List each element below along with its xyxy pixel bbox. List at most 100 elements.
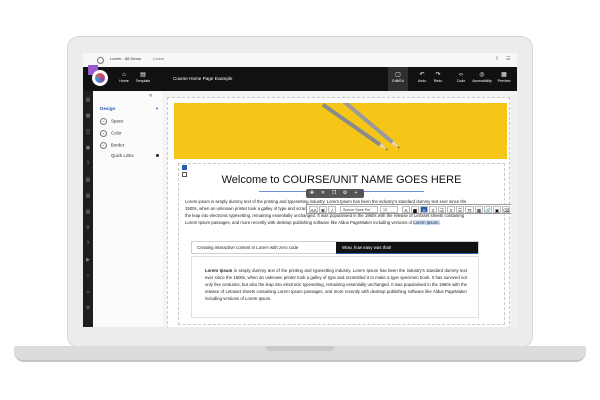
quick-links-label[interactable]: Quick Links (111, 153, 134, 158)
code-block-icon[interactable]: ‹› (85, 273, 91, 279)
font-family-select[interactable]: Source Sans Pro (340, 206, 378, 213)
calendar-icon[interactable]: ▥ (85, 193, 91, 199)
text-icon[interactable]: T (85, 161, 91, 167)
laptop-notch (265, 346, 335, 351)
tab-strip: Creating interactive content in Lorem wi… (191, 241, 479, 254)
redo-icon: ↷ (435, 72, 441, 78)
table-icon[interactable]: ▤ (85, 209, 91, 215)
home-icon: ⌂ (122, 72, 126, 78)
edit-button[interactable]: ▢ Edit/Ed (388, 67, 408, 91)
template-label: Template (135, 79, 151, 83)
property-label: Color (111, 130, 122, 136)
menu-icon[interactable]: ☰ (506, 56, 510, 62)
table-button[interactable]: ▦ (475, 206, 483, 213)
plus-icon: + (100, 118, 107, 125)
app-logo[interactable] (83, 65, 115, 91)
image-button[interactable]: ▣ (493, 206, 501, 213)
preview-icon: ▦ (501, 72, 507, 78)
home-button[interactable]: ⌂ Home (118, 71, 130, 84)
link-icon[interactable]: ⚲ (85, 225, 91, 231)
font-size-select[interactable]: 13 (380, 206, 398, 213)
page-heading[interactable]: Welcome to COURSE/UNIT NAME GOES HERE (179, 174, 504, 186)
favicon-icon (97, 57, 104, 64)
redo-button[interactable]: ↷ Redo (432, 71, 444, 84)
preview-label: Preview (497, 79, 511, 83)
list-button[interactable]: ≡ (429, 206, 437, 213)
property-space[interactable]: + Space (100, 118, 123, 125)
collapse-panel-button[interactable]: « (149, 93, 152, 99)
italic-button[interactable]: I (328, 206, 336, 213)
pencils-illustration (321, 103, 401, 151)
align-left-button[interactable]: ☰ (438, 206, 446, 213)
quick-links-dot (156, 154, 159, 157)
move-icon[interactable]: ✥ (309, 190, 315, 196)
page-title: Course Home Page Example (173, 76, 233, 81)
edit-icon: ▢ (395, 72, 401, 78)
text-color-button[interactable]: A (402, 206, 410, 213)
logo-icon (92, 70, 108, 86)
accessibility-label: Accessibility (472, 79, 492, 83)
design-heading[interactable]: Design (100, 106, 115, 111)
property-label: Space (111, 118, 124, 124)
tab-title[interactable]: Lorem - 88 Demo (110, 56, 141, 61)
editor-toolbar: ⌂ Home ▤ Template Course Home Page Examp… (83, 65, 517, 91)
property-border[interactable]: + Border (100, 142, 124, 149)
code-button[interactable]: ‹› Code (455, 71, 467, 84)
accessibility-button[interactable]: ◎ Accessibility (471, 71, 493, 84)
editor-canvas: Welcome to COURSE/UNIT NAME GOES HERE ✥ … (163, 91, 517, 327)
plus-icon: + (100, 130, 107, 137)
blocks-icon[interactable]: ▦ (85, 113, 91, 119)
layers-icon[interactable]: ◫ (85, 129, 91, 135)
highlight-button[interactable]: A (420, 206, 428, 213)
content-block[interactable]: Welcome to COURSE/UNIT NAME GOES HERE ✥ … (178, 163, 514, 325)
link-button[interactable]: 🔗 (484, 206, 492, 213)
pages-icon[interactable]: ▤ (85, 97, 91, 103)
quiz-icon[interactable]: ? (85, 241, 91, 247)
undo-label: Undo (417, 79, 427, 83)
code-label: Code (456, 79, 466, 83)
active-tab-indicator (336, 253, 478, 254)
tab-panel[interactable]: Lorem Ipsum is simply dummy text of the … (191, 256, 479, 318)
share-icon[interactable]: ⇪ (495, 56, 499, 62)
user-icon[interactable]: ☺ (85, 289, 91, 295)
template-icon: ▤ (140, 72, 146, 78)
icon-rail: ▤ ▦ ◫ ▣ T ▧ ▥ ▤ ⚲ ? ▶ ‹› ☺ ⚙ (83, 91, 93, 327)
text-size-button[interactable]: AA (309, 206, 318, 213)
property-color[interactable]: + Color (100, 130, 122, 137)
preview-button[interactable]: ▦ Preview (496, 71, 512, 84)
media-icon[interactable]: ▣ (85, 145, 91, 151)
template-button[interactable]: ▤ Template (134, 71, 152, 84)
tab-creating-content[interactable]: Creating interactive content in Lorem wi… (192, 242, 336, 253)
section-handle-icon[interactable] (182, 165, 187, 170)
vertical-scrollbar[interactable] (511, 91, 516, 327)
undo-button[interactable]: ↶ Undo (416, 71, 428, 84)
browser-bar: Lorem - 88 Demo Lorem ⇪ ☰ (83, 53, 517, 68)
block-toolbar: ✥ ✕ ❐ ⚙ + (306, 189, 364, 198)
hero-image (174, 103, 507, 159)
background-color-button[interactable]: ▆ (411, 206, 419, 213)
edit-label: Edit/Ed (392, 79, 404, 83)
copy-icon[interactable]: ❐ (331, 190, 337, 196)
tab-panel-body: is simply dummy text of the printing and… (205, 268, 467, 301)
code-icon: ‹› (459, 72, 463, 78)
settings-icon[interactable]: ⚙ (342, 190, 348, 196)
image-icon[interactable]: ▧ (85, 177, 91, 183)
undo-icon: ↶ (419, 72, 425, 78)
video-icon[interactable]: ▶ (85, 257, 91, 263)
settings-icon[interactable]: ⚙ (85, 305, 91, 311)
text-format-toolbar: AA B I Source Sans Pro 13 A ▆ A ≡ ☰ ≡ ☰ … (306, 204, 514, 214)
plus-icon: + (100, 142, 107, 149)
text-transform-button[interactable]: Tt (465, 206, 474, 213)
tab-panel-bold: Lorem Ipsum (205, 268, 233, 273)
selected-text: Lorem Ipsum. (413, 220, 440, 225)
tab-subtitle: Lorem (153, 56, 165, 61)
accessibility-icon: ◎ (479, 72, 485, 78)
bold-button[interactable]: B (319, 206, 327, 213)
design-toggle-icon[interactable]: ▼ (155, 106, 159, 111)
tab-how-easy[interactable]: Wow, how easy was that! (336, 242, 478, 253)
align-right-button[interactable]: ☰ (456, 206, 464, 213)
clear-format-button[interactable]: ⌫ (502, 206, 510, 213)
align-center-button[interactable]: ≡ (447, 206, 455, 213)
delete-icon[interactable]: ✕ (320, 190, 326, 196)
add-icon[interactable]: + (353, 190, 359, 196)
